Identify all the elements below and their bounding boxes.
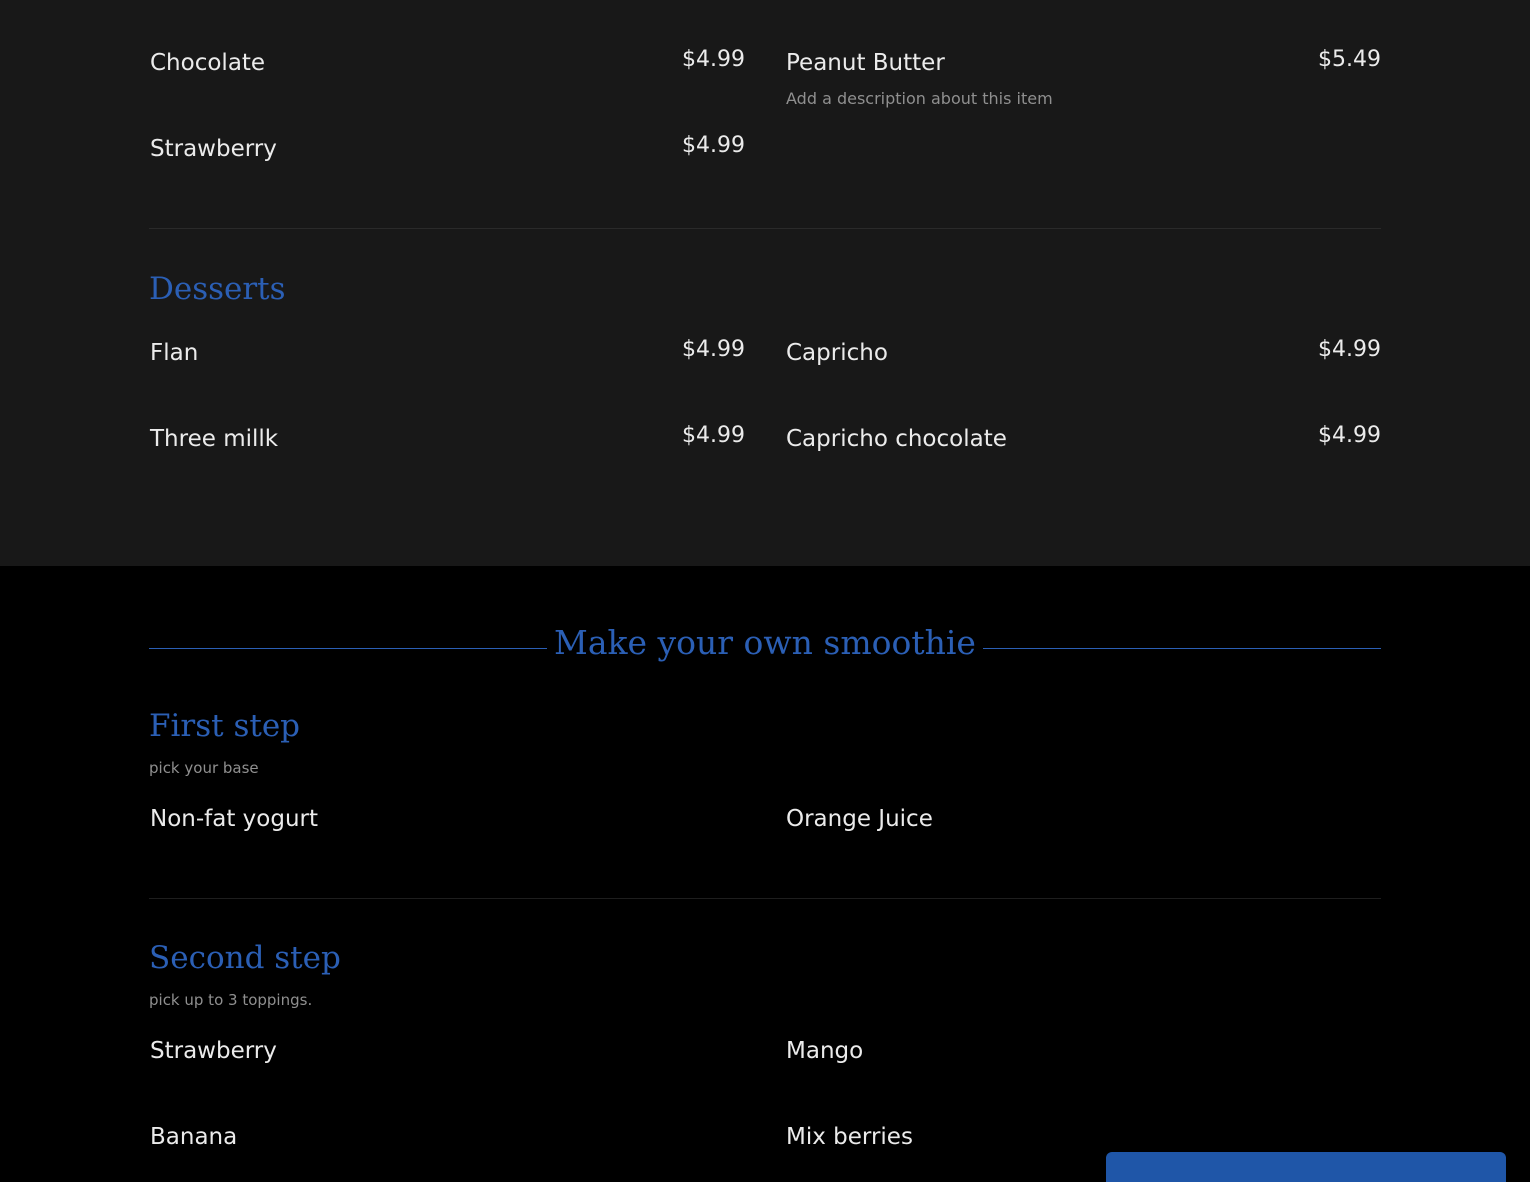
floating-action-bar[interactable] — [1106, 1152, 1506, 1182]
menu-item-name: Capricho — [786, 340, 888, 366]
menu-item-name: Capricho chocolate — [786, 426, 1007, 452]
smoothie-option: Banana — [150, 1124, 238, 1150]
section-heading-desserts: Desserts — [149, 271, 286, 307]
section-divider — [149, 898, 1381, 899]
menu-item-price: $4.99 — [682, 337, 745, 362]
menu-item-name: Chocolate — [150, 50, 266, 76]
menu-item-price: $4.99 — [682, 47, 745, 72]
smoothie-option: Orange Juice — [786, 806, 933, 832]
smoothie-option: Strawberry — [150, 1038, 277, 1064]
section-subtitle: pick up to 3 toppings. — [149, 991, 313, 1009]
menu-item-price: $4.99 — [1318, 337, 1381, 362]
smoothie-option: Mix berries — [786, 1124, 913, 1150]
smoothie-option: Non-fat yogurt — [150, 806, 319, 832]
section-heading-second-step: Second step — [149, 940, 341, 976]
menu-item-name: Peanut Butter — [786, 50, 945, 76]
menu-item-name: Three millk — [150, 426, 279, 452]
menu-item-price: $4.99 — [682, 423, 745, 448]
menu-item-name: Strawberry — [150, 136, 277, 162]
section-subtitle: pick your base — [149, 759, 259, 777]
title-rule-left — [149, 648, 547, 649]
section-heading-first-step: First step — [149, 708, 301, 744]
menu-item-price: $4.99 — [682, 133, 745, 158]
section-divider — [149, 228, 1381, 229]
menu-item-description: Add a description about this item — [786, 89, 1053, 108]
title-rule-right — [983, 648, 1381, 649]
smoothie-title: Make your own smoothie — [554, 623, 976, 662]
smoothie-option: Mango — [786, 1038, 864, 1064]
menu-item-price: $5.49 — [1318, 47, 1381, 72]
menu-item-name: Flan — [150, 340, 199, 366]
menu-item-price: $4.99 — [1318, 423, 1381, 448]
menu-section-upper: Chocolate $4.99 Peanut Butter $5.49 Add … — [0, 0, 1530, 566]
